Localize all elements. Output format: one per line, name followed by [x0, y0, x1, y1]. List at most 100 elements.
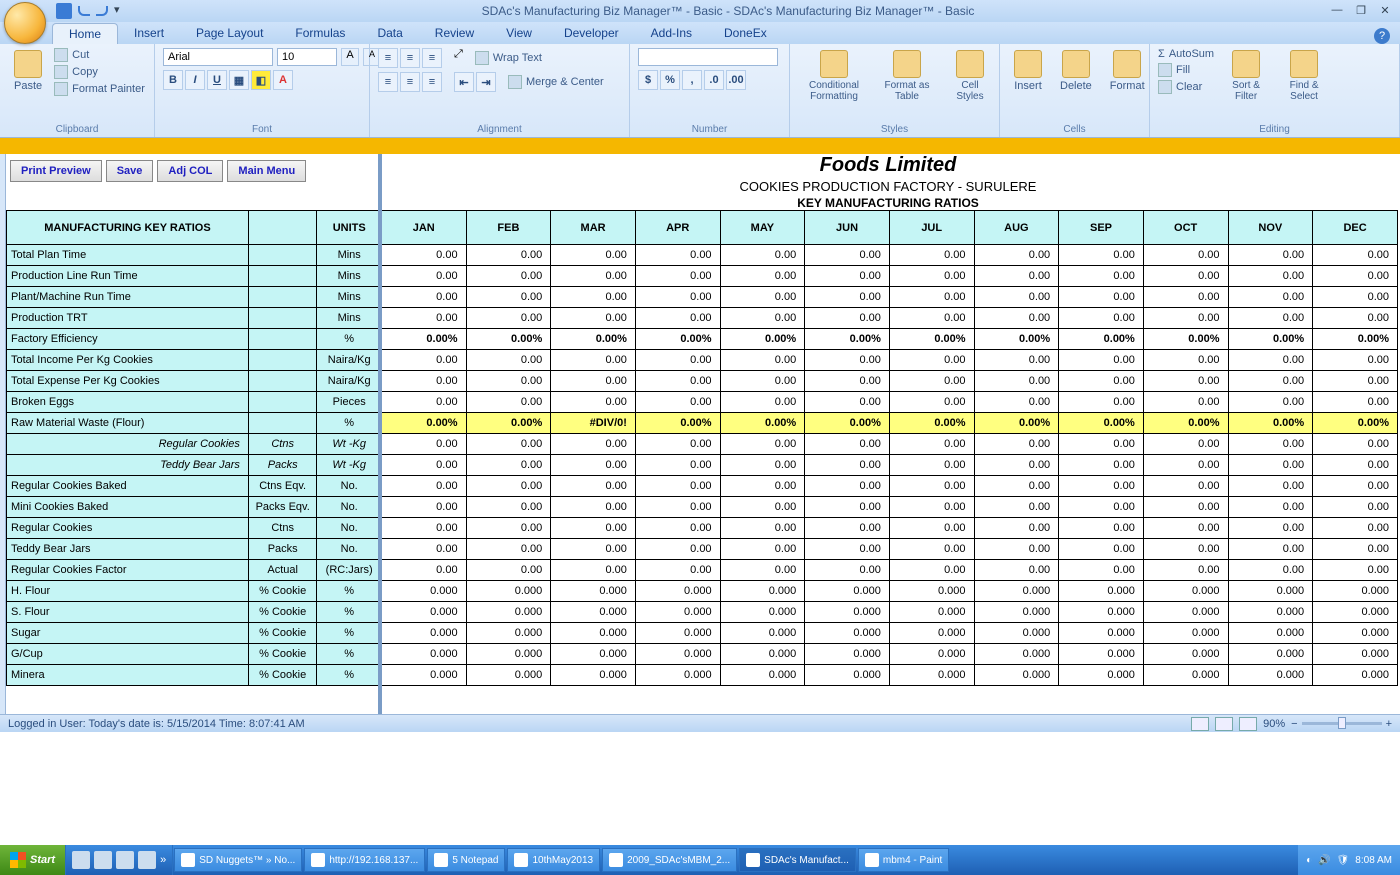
- table-row[interactable]: Factory Efficiency%0.00%0.00%0.00%0.00%0…: [7, 329, 1398, 350]
- zoom-slider[interactable]: − +: [1291, 718, 1392, 730]
- number-format-combo[interactable]: [638, 48, 778, 66]
- taskbar-item[interactable]: SDAc's Manufact...: [739, 848, 856, 872]
- adj-col-button[interactable]: Adj COL: [157, 160, 223, 182]
- zoom-out-icon[interactable]: −: [1291, 718, 1297, 730]
- align-top-button[interactable]: ≡: [378, 48, 398, 68]
- font-name-combo[interactable]: Arial: [163, 48, 273, 66]
- worksheet-area[interactable]: Print Preview Save Adj COL Main Menu Foo…: [0, 154, 1400, 714]
- save-icon[interactable]: [56, 3, 72, 19]
- taskbar-item[interactable]: 5 Notepad: [427, 848, 505, 872]
- comma-button[interactable]: ,: [682, 70, 702, 90]
- align-bottom-button[interactable]: ≡: [422, 48, 442, 68]
- cut-button[interactable]: Cut: [54, 48, 145, 62]
- table-row[interactable]: Regular CookiesCtnsNo.0.000.000.000.000.…: [7, 518, 1398, 539]
- table-row[interactable]: Production Line Run TimeMins0.000.000.00…: [7, 266, 1398, 287]
- page-break-view-button[interactable]: [1239, 717, 1257, 731]
- tray-icon[interactable]: 🛡: [1337, 855, 1350, 866]
- find-select-button[interactable]: Find & Select: [1278, 48, 1330, 104]
- table-row[interactable]: Production TRTMins0.000.000.000.000.000.…: [7, 308, 1398, 329]
- italic-button[interactable]: I: [185, 70, 205, 90]
- system-tray[interactable]: ◐ 🔊 🛡 8:08 AM: [1298, 845, 1400, 875]
- ql-icon[interactable]: [138, 851, 156, 869]
- table-row[interactable]: Total Expense Per Kg CookiesNaira/Kg0.00…: [7, 371, 1398, 392]
- tray-icon[interactable]: 🔊: [1318, 855, 1330, 866]
- ribbon-tab-home[interactable]: Home: [52, 23, 118, 44]
- taskbar-item[interactable]: 10thMay2013: [507, 848, 600, 872]
- print-preview-button[interactable]: Print Preview: [10, 160, 102, 182]
- increase-indent-button[interactable]: ⇥: [476, 72, 496, 92]
- table-row[interactable]: Teddy Bear JarsPacksNo.0.000.000.000.000…: [7, 539, 1398, 560]
- cell-styles-button[interactable]: Cell Styles: [944, 48, 996, 104]
- minimize-button[interactable]: —: [1326, 4, 1348, 18]
- paste-button[interactable]: Paste: [8, 48, 48, 94]
- bold-button[interactable]: B: [163, 70, 183, 90]
- taskbar-item[interactable]: http://192.168.137...: [304, 848, 425, 872]
- merge-center-button[interactable]: Merge & Center: [508, 72, 604, 92]
- decrease-decimal-button[interactable]: .00: [726, 70, 746, 90]
- wrap-text-button[interactable]: Wrap Text: [475, 48, 542, 68]
- align-middle-button[interactable]: ≡: [400, 48, 420, 68]
- table-row[interactable]: Minera% Cookie%0.0000.0000.0000.0000.000…: [7, 665, 1398, 686]
- autosum-button[interactable]: ΣAutoSum: [1158, 48, 1214, 60]
- maximize-button[interactable]: ❐: [1350, 4, 1372, 18]
- office-button[interactable]: [4, 2, 46, 44]
- table-row[interactable]: G/Cup% Cookie%0.0000.0000.0000.0000.0000…: [7, 644, 1398, 665]
- save-button[interactable]: Save: [106, 160, 154, 182]
- qat-dropdown-icon[interactable]: ▾: [114, 3, 130, 19]
- table-row[interactable]: Broken EggsPieces0.000.000.000.000.000.0…: [7, 392, 1398, 413]
- fill-button[interactable]: Fill: [1158, 63, 1214, 77]
- start-button[interactable]: Start: [0, 845, 66, 875]
- table-row[interactable]: Regular Cookies FactorActual(RC:Jars)0.0…: [7, 560, 1398, 581]
- tray-icon[interactable]: ◐: [1306, 855, 1312, 866]
- decrease-indent-button[interactable]: ⇤: [454, 72, 474, 92]
- copy-button[interactable]: Copy: [54, 65, 145, 79]
- zoom-in-icon[interactable]: +: [1386, 718, 1392, 730]
- redo-icon[interactable]: [96, 6, 108, 16]
- ribbon-tab-view[interactable]: View: [490, 23, 548, 44]
- ribbon-tab-data[interactable]: Data: [361, 23, 418, 44]
- ribbon-tab-review[interactable]: Review: [419, 23, 490, 44]
- ql-icon[interactable]: [94, 851, 112, 869]
- table-row[interactable]: Total Income Per Kg CookiesNaira/Kg0.000…: [7, 350, 1398, 371]
- delete-button[interactable]: Delete: [1054, 48, 1098, 94]
- page-layout-view-button[interactable]: [1215, 717, 1233, 731]
- close-button[interactable]: ✕: [1374, 4, 1396, 18]
- table-row[interactable]: Regular Cookies BakedCtns Eqv.No.0.000.0…: [7, 476, 1398, 497]
- format-as-table-button[interactable]: Format as Table: [876, 48, 938, 104]
- percent-button[interactable]: %: [660, 70, 680, 90]
- table-row[interactable]: H. Flour% Cookie%0.0000.0000.0000.0000.0…: [7, 581, 1398, 602]
- format-button[interactable]: Format: [1104, 48, 1151, 94]
- ql-overflow-icon[interactable]: »: [160, 854, 166, 866]
- font-size-combo[interactable]: 10: [277, 48, 337, 66]
- underline-button[interactable]: U: [207, 70, 227, 90]
- normal-view-button[interactable]: [1191, 717, 1209, 731]
- undo-icon[interactable]: [78, 6, 90, 16]
- align-left-button[interactable]: ≡: [378, 72, 398, 92]
- table-row[interactable]: Sugar% Cookie%0.0000.0000.0000.0000.0000…: [7, 623, 1398, 644]
- table-row[interactable]: Mini Cookies BakedPacks Eqv.No.0.000.000…: [7, 497, 1398, 518]
- grow-font-button[interactable]: A: [341, 48, 359, 66]
- table-row[interactable]: Teddy Bear JarsPacksWt -Kg0.000.000.000.…: [7, 455, 1398, 476]
- border-button[interactable]: ▦: [229, 70, 249, 90]
- taskbar-item[interactable]: mbm4 - Paint: [858, 848, 949, 872]
- clock[interactable]: 8:08 AM: [1355, 855, 1392, 866]
- taskbar-item[interactable]: SD Nuggets™ » No...: [174, 848, 302, 872]
- ribbon-tab-insert[interactable]: Insert: [118, 23, 180, 44]
- currency-button[interactable]: $: [638, 70, 658, 90]
- ribbon-tab-add-ins[interactable]: Add-Ins: [635, 23, 708, 44]
- table-row[interactable]: Total Plan TimeMins0.000.000.000.000.000…: [7, 245, 1398, 266]
- ribbon-tab-page-layout[interactable]: Page Layout: [180, 23, 279, 44]
- orientation-button[interactable]: ⤢: [454, 48, 463, 68]
- ribbon-tab-doneex[interactable]: DoneEx: [708, 23, 783, 44]
- clear-button[interactable]: Clear: [1158, 80, 1214, 94]
- fill-color-button[interactable]: ◧: [251, 70, 271, 90]
- align-center-button[interactable]: ≡: [400, 72, 420, 92]
- main-menu-button[interactable]: Main Menu: [227, 160, 306, 182]
- format-painter-button[interactable]: Format Painter: [54, 82, 145, 96]
- insert-button[interactable]: Insert: [1008, 48, 1048, 94]
- increase-decimal-button[interactable]: .0: [704, 70, 724, 90]
- data-table[interactable]: MANUFACTURING KEY RATIOSUNITSJANFEBMARAP…: [6, 210, 1398, 686]
- align-right-button[interactable]: ≡: [422, 72, 442, 92]
- ribbon-tab-developer[interactable]: Developer: [548, 23, 635, 44]
- freeze-pane-splitter[interactable]: [378, 154, 382, 714]
